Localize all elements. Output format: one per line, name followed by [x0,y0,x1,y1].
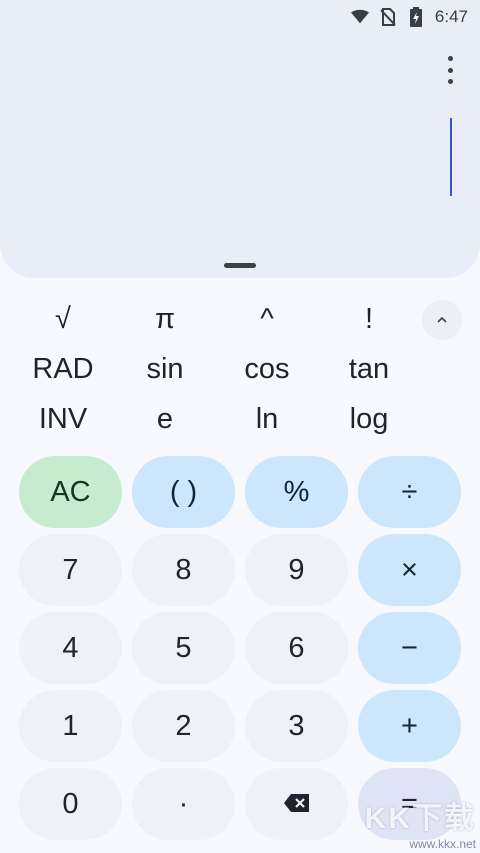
parentheses-button[interactable]: ( ) [132,456,235,528]
digit-0-button[interactable]: 0 [19,768,122,840]
digit-6-button[interactable]: 6 [245,612,348,684]
digit-8-button[interactable]: 8 [132,534,235,606]
rad-button[interactable]: RAD [12,344,114,394]
multiply-button[interactable]: × [358,534,461,606]
tan-button[interactable]: tan [318,344,420,394]
status-time: 6:47 [434,7,468,26]
more-vert-icon[interactable] [438,56,462,84]
pi-button[interactable]: π [114,294,216,344]
backspace-icon [283,788,311,821]
power-button[interactable]: ^ [216,294,318,344]
keypad: AC ( ) % ÷ 7 8 9 × 4 5 6 − 1 2 3 + 0 · = [19,456,461,840]
percent-button[interactable]: % [245,456,348,528]
no-sim-icon [379,8,397,26]
log-button[interactable]: log [318,394,420,444]
all-clear-button[interactable]: AC [19,456,122,528]
equals-button[interactable]: = [358,768,461,840]
input-cursor [450,118,452,196]
factorial-button[interactable]: ! [318,294,420,344]
chevron-up-icon[interactable] [422,300,462,340]
battery-charging-icon [407,7,425,27]
digit-1-button[interactable]: 1 [19,690,122,762]
drag-handle[interactable] [224,263,256,268]
decimal-button[interactable]: · [132,768,235,840]
sin-button[interactable]: sin [114,344,216,394]
cos-button[interactable]: cos [216,344,318,394]
plus-button[interactable]: + [358,690,461,762]
divide-button[interactable]: ÷ [358,456,461,528]
scientific-keys: √ π ^ ! RAD sin cos tan INV e ln log [12,294,420,444]
digit-7-button[interactable]: 7 [19,534,122,606]
digit-3-button[interactable]: 3 [245,690,348,762]
wifi-icon [350,8,369,26]
display-panel[interactable] [0,0,480,278]
backspace-button[interactable] [245,768,348,840]
digit-5-button[interactable]: 5 [132,612,235,684]
e-button[interactable]: e [114,394,216,444]
sqrt-button[interactable]: √ [12,294,114,344]
ln-button[interactable]: ln [216,394,318,444]
inv-button[interactable]: INV [12,394,114,444]
digit-4-button[interactable]: 4 [19,612,122,684]
minus-button[interactable]: − [358,612,461,684]
status-bar: 6:47 [0,0,480,34]
digit-2-button[interactable]: 2 [132,690,235,762]
digit-9-button[interactable]: 9 [245,534,348,606]
